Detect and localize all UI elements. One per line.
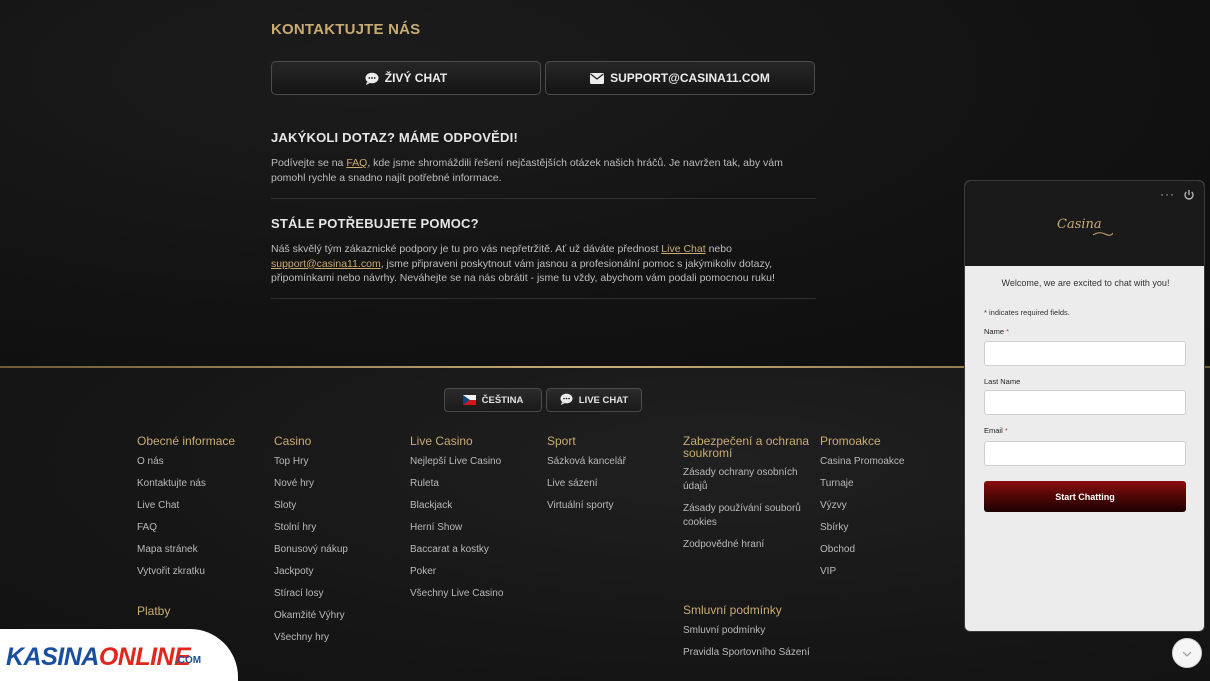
last-name-field[interactable] xyxy=(984,390,1186,415)
footer-link[interactable]: Sbírky xyxy=(820,521,904,534)
section-divider xyxy=(271,198,816,199)
contact-title: KONTAKTUJTE NÁS xyxy=(271,21,421,38)
help-heading: STÁLE POTŘEBUJETE POMOC? xyxy=(271,216,479,231)
footer-col-title: Zabezpečení a ochrana soukromí xyxy=(683,434,810,460)
section-divider xyxy=(271,298,816,299)
footer-link[interactable]: Zodpovědné hraní xyxy=(683,538,813,552)
chat-welcome-text: Welcome, we are excited to chat with you… xyxy=(1001,278,1170,288)
faq-heading: JAKÝKOLI DOTAZ? MÁME ODPOVĚDI! xyxy=(271,130,518,145)
email-support-button[interactable]: SUPPORT@CASINA11.COM xyxy=(545,61,815,95)
start-chatting-button[interactable]: Start Chatting xyxy=(984,481,1186,512)
footer-link[interactable]: Top Hry xyxy=(274,455,348,468)
language-label: ČEŠTINA xyxy=(481,394,524,406)
footer-link[interactable]: Herní Show xyxy=(410,521,503,534)
footer-link[interactable]: Smluvní podmínky xyxy=(683,624,813,637)
footer-link[interactable]: Live sázení xyxy=(547,477,626,490)
footer-link[interactable]: Zásady ochrany osobních údajů xyxy=(683,466,813,494)
footer-link[interactable]: Okamžité Výhry xyxy=(274,609,348,622)
kasinaonline-logo-suffix: .COM xyxy=(175,655,202,666)
footer-link[interactable]: Ruleta xyxy=(410,477,503,490)
footer-col-title: Sport xyxy=(547,434,576,448)
live-chat-button[interactable]: ŽIVÝ CHAT xyxy=(271,61,541,95)
required-fields-note: * indicates required fields. xyxy=(984,308,1070,317)
footer-link[interactable]: Baccarat a kostky xyxy=(410,543,503,556)
footer-link[interactable]: Sázková kancelář xyxy=(547,455,626,468)
footer-col-casino: Casino Top Hry Nové hry Sloty Stolní hry… xyxy=(274,435,348,653)
footer-col-title: Casino xyxy=(274,434,312,448)
footer-link[interactable]: Live Chat xyxy=(137,499,235,512)
faq-link[interactable]: FAQ xyxy=(346,157,367,169)
email-support-label: SUPPORT@CASINA11.COM xyxy=(610,71,770,85)
kasinaonline-logo: KASINAONLINE xyxy=(6,643,191,671)
footer-col-title: Promoakce xyxy=(820,434,881,448)
footer-link[interactable]: VIP xyxy=(820,565,904,578)
email-label: Email * xyxy=(984,426,1008,435)
chat-minimize-button[interactable] xyxy=(1172,638,1202,668)
footer-col-security: Zabezpečení a ochrana soukromí Zásady oc… xyxy=(683,435,813,561)
name-field[interactable] xyxy=(984,341,1186,366)
help-paragraph: Náš skvělý tým zákaznické podpory je tu … xyxy=(271,243,775,284)
footer-col-title: Obecné informace xyxy=(137,434,236,448)
footer-link[interactable]: Stírací losy xyxy=(274,587,348,600)
footer-col-title-payments: Platby xyxy=(137,604,171,618)
footer-link[interactable]: FAQ xyxy=(137,521,235,534)
live-chat-link[interactable]: Live Chat xyxy=(661,243,705,255)
more-options-icon[interactable]: ··· xyxy=(1160,187,1175,201)
chevron-down-icon xyxy=(1182,644,1192,662)
footer-link[interactable]: Vytvořit zkratku xyxy=(137,565,235,578)
footer-link[interactable]: Virtuální sporty xyxy=(547,499,626,512)
footer-live-chat-label: LIVE CHAT xyxy=(578,394,629,406)
chat-widget: ··· Casina Welcome, we are excited to ch… xyxy=(964,180,1205,632)
footer-col-title: Smluvní podmínky xyxy=(683,603,782,617)
footer-live-chat-button[interactable]: LIVE CHAT xyxy=(546,388,642,412)
footer-link[interactable]: Mapa stránek xyxy=(137,543,235,556)
live-chat-label: ŽIVÝ CHAT xyxy=(384,71,448,85)
chat-header: ··· Casina xyxy=(965,181,1204,266)
name-label: Name * xyxy=(984,327,1010,336)
footer-link[interactable]: Turnaje xyxy=(820,477,904,490)
chat-bubble-icon xyxy=(560,393,573,408)
footer-link[interactable]: Blackjack xyxy=(410,499,503,512)
footer-link[interactable]: O nás xyxy=(137,455,235,468)
czech-flag-icon xyxy=(462,395,476,405)
footer-link[interactable]: Nejlepší Live Casino xyxy=(410,455,503,468)
footer-col-live-casino: Live Casino Nejlepší Live Casino Ruleta … xyxy=(410,435,503,609)
envelope-icon xyxy=(590,72,605,84)
footer-link[interactable]: Jackpoty xyxy=(274,565,348,578)
footer-link[interactable]: Kontaktujte nás xyxy=(137,477,235,490)
footer-col-sport: Sport Sázková kancelář Live sázení Virtu… xyxy=(547,435,626,521)
footer-link[interactable]: Sloty xyxy=(274,499,348,512)
chat-bubble-icon xyxy=(365,72,379,85)
power-icon[interactable] xyxy=(1183,188,1195,200)
footer-col-terms: Smluvní podmínky Smluvní podmínky Pravid… xyxy=(683,604,813,669)
footer-link[interactable]: Výzvy xyxy=(820,499,904,512)
support-email-link[interactable]: support@casina11.com xyxy=(271,258,381,270)
language-selector-button[interactable]: ČEŠTINA xyxy=(444,388,542,412)
last-name-label: Last Name xyxy=(984,377,1021,386)
footer-link[interactable]: Bonusový nákup xyxy=(274,543,348,556)
footer-link[interactable]: Casina Promoakce xyxy=(820,455,904,468)
footer-col-promo: Promoakce Casina Promoakce Turnaje Výzvy… xyxy=(820,435,904,587)
footer-link[interactable]: Pravidla Sportovního Sázení xyxy=(683,646,813,660)
logo-swoosh-icon xyxy=(1092,224,1114,236)
footer-link[interactable]: Všechny Live Casino xyxy=(410,587,503,600)
footer-link[interactable]: Stolní hry xyxy=(274,521,348,534)
footer-link[interactable]: Zásady používání souborů cookies xyxy=(683,502,813,530)
footer-link[interactable]: Poker xyxy=(410,565,503,578)
footer-link[interactable]: Všechny hry xyxy=(274,631,348,644)
footer-col-general: Obecné informace O nás Kontaktujte nás L… xyxy=(137,435,235,587)
email-field[interactable] xyxy=(984,441,1186,466)
faq-paragraph: Podívejte se na FAQ, kde jsme shromáždil… xyxy=(271,157,783,184)
footer-link[interactable]: Nové hry xyxy=(274,477,348,490)
footer-col-title: Live Casino xyxy=(410,434,473,448)
footer-link[interactable]: Obchod xyxy=(820,543,904,556)
